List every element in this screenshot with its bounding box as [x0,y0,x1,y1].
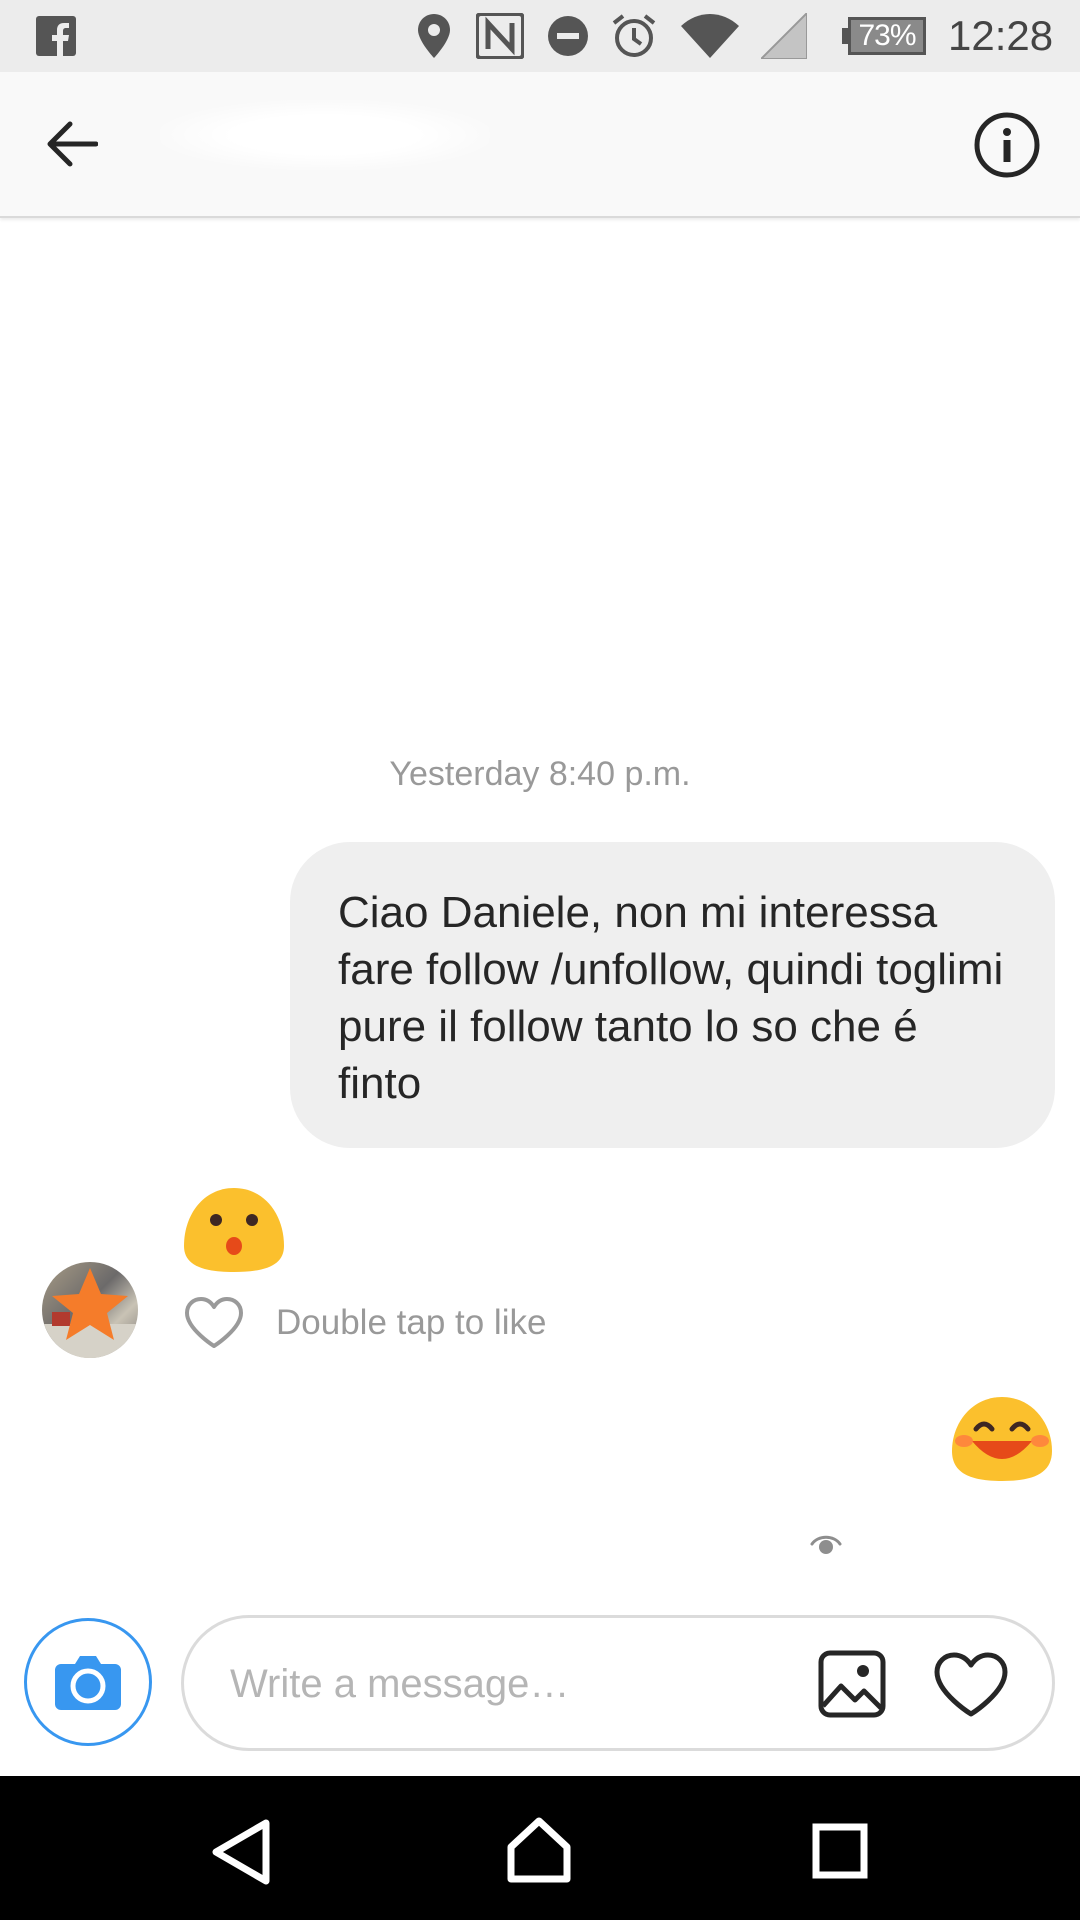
facebook-notification-icon [36,0,76,72]
sent-message-bubble[interactable]: Ciao Daniele, non mi interessa fare foll… [290,842,1055,1148]
heart-icon [934,1652,1008,1717]
nav-recents-icon [812,1823,868,1879]
system-navigation-bar [0,1776,1080,1920]
hushed-face-emoji[interactable] [182,1186,286,1279]
smiling-face-emoji[interactable] [950,1395,1054,1488]
cell-signal-icon [760,0,808,72]
heart-button[interactable] [930,1644,1012,1726]
message-composer [181,1615,1055,1751]
nav-home-button[interactable] [494,1808,584,1892]
chat-header [0,72,1080,218]
nav-recents-button[interactable] [798,1812,882,1890]
arrow-left-icon [47,121,98,167]
info-icon [974,112,1040,178]
nav-back-button[interactable] [196,1812,286,1892]
seen-eye-icon [810,1532,842,1563]
heart-outline-icon[interactable] [184,1296,244,1350]
message-timestamp: Yesterday 8:40 p.m. [389,755,691,793]
redacted-username[interactable] [160,100,490,170]
like-hint-row[interactable]: Double tap to like [184,1295,546,1351]
back-button[interactable] [32,104,112,184]
camera-icon [55,1656,121,1710]
nav-home-icon [507,1817,571,1883]
status-time: 12:28 [948,12,1054,59]
nav-back-icon [212,1819,270,1885]
message-input[interactable] [228,1618,752,1750]
nfc-icon [474,0,526,72]
info-button[interactable] [966,104,1048,186]
avatar[interactable] [42,1262,138,1358]
gallery-icon [818,1650,886,1718]
double-tap-hint: Double tap to like [276,1303,547,1342]
do-not-disturb-icon [546,0,590,72]
wifi-icon [680,0,740,72]
battery-indicator: 73% [848,17,926,55]
star-sticker-icon [42,1268,138,1358]
location-icon [416,0,452,72]
status-bar: 73% 12:28 [0,0,1080,72]
alarm-icon [610,0,658,72]
gallery-button[interactable] [814,1646,890,1722]
camera-button[interactable] [24,1618,152,1746]
